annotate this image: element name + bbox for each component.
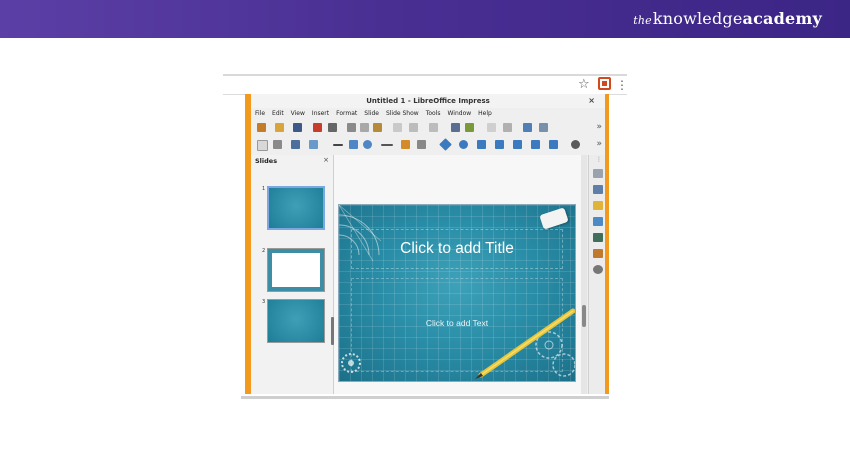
header-banner: theknowledgeacademy: [0, 0, 850, 38]
menu-bar: File Edit View Insert Format Slide Slide…: [251, 108, 605, 119]
drawing-toolbar-overflow-button[interactable]: »: [596, 138, 602, 150]
slides-pane-title: Slides: [255, 157, 278, 165]
menu-format[interactable]: Format: [336, 108, 357, 119]
rotate-icon[interactable]: [571, 140, 580, 149]
browser-bottom-border: [241, 396, 609, 399]
zoom-icon[interactable]: [273, 140, 282, 149]
stars-icon[interactable]: [531, 140, 540, 149]
select-icon[interactable]: [257, 140, 268, 151]
slides-pane-close-button[interactable]: ×: [323, 156, 329, 164]
menu-insert[interactable]: Insert: [312, 108, 329, 119]
new-icon[interactable]: [257, 123, 266, 132]
symbol-shapes-icon[interactable]: [459, 140, 468, 149]
callouts-icon[interactable]: [513, 140, 522, 149]
menu-slide-show[interactable]: Slide Show: [386, 108, 419, 119]
libreoffice-impress-window: Untitled 1 - LibreOffice Impress × File …: [251, 94, 605, 394]
menu-file[interactable]: File: [255, 108, 265, 119]
animation-icon[interactable]: [593, 201, 603, 210]
pencil-gears-decoration: [475, 308, 575, 379]
slide-thumbnail-3[interactable]: [267, 299, 325, 343]
styles-icon[interactable]: [593, 233, 603, 242]
vertical-scrollbar[interactable]: [581, 155, 587, 394]
block-arrows-icon[interactable]: [477, 140, 486, 149]
text-box-icon[interactable]: [291, 140, 300, 149]
cut-icon[interactable]: [347, 123, 356, 132]
redo-icon[interactable]: [429, 123, 438, 132]
print-icon[interactable]: [328, 123, 337, 132]
window-titlebar: Untitled 1 - LibreOffice Impress ×: [251, 94, 605, 108]
slide-number-1: 1: [262, 186, 266, 192]
current-slide[interactable]: Click to add Title Click to add Text: [339, 205, 575, 381]
browser-address-bar[interactable]: ☆ ⋮: [223, 76, 628, 95]
properties-icon[interactable]: [593, 169, 603, 178]
slide-work-area: Click to add Title Click to add Text: [334, 155, 581, 394]
menu-edit[interactable]: Edit: [272, 108, 284, 119]
slide-number-2: 2: [262, 248, 266, 254]
rectangle-icon[interactable]: [349, 140, 358, 149]
spelling-icon[interactable]: [465, 123, 474, 132]
navigator-icon[interactable]: [593, 265, 603, 274]
menu-help[interactable]: Help: [478, 108, 492, 119]
browser-window: ☆ ⋮ Untitled 1 - LibreOffice Impress × F…: [223, 74, 628, 404]
drawing-toolbar: »: [251, 137, 605, 153]
brand-the: the: [633, 14, 652, 27]
standard-toolbar: »: [251, 120, 605, 136]
grid-icon[interactable]: [487, 123, 496, 132]
undo-icon[interactable]: [409, 123, 418, 132]
slide-thumbnail-2[interactable]: [267, 248, 325, 292]
brand-academy: academy: [742, 9, 822, 28]
frame-right-accent: [605, 94, 609, 394]
scrollbar-handle[interactable]: [582, 305, 586, 327]
right-sidebar: ⋮: [588, 155, 605, 394]
3d-objects-icon[interactable]: [549, 140, 558, 149]
slide-number-3: 3: [262, 299, 266, 305]
brand-logo: theknowledgeacademy: [633, 9, 822, 28]
libreoffice-extension-icon[interactable]: [598, 77, 611, 90]
find-replace-icon[interactable]: [451, 123, 460, 132]
menu-view[interactable]: View: [291, 108, 305, 119]
bookmark-star-icon[interactable]: ☆: [578, 77, 590, 93]
export-pdf-icon[interactable]: [313, 123, 322, 132]
master-slide-icon[interactable]: [523, 123, 532, 132]
slide-thumbnail-2-content: [272, 253, 320, 287]
title-placeholder[interactable]: Click to add Title: [351, 229, 563, 269]
fill-color-icon[interactable]: [309, 140, 318, 149]
connector-icon[interactable]: [417, 140, 426, 149]
copy-icon[interactable]: [360, 123, 369, 132]
window-close-button[interactable]: ×: [588, 94, 595, 108]
brand-knowledge: knowledge: [652, 9, 743, 28]
display-views-icon[interactable]: [503, 123, 512, 132]
line-icon[interactable]: [333, 144, 343, 146]
menu-slide[interactable]: Slide: [364, 108, 379, 119]
basic-shapes-icon[interactable]: [439, 138, 452, 151]
open-icon[interactable]: [275, 123, 284, 132]
sidebar-menu-icon[interactable]: ⋮: [596, 156, 602, 163]
slide-transition-icon[interactable]: [593, 185, 603, 194]
menu-tools[interactable]: Tools: [426, 108, 441, 119]
clone-formatting-icon[interactable]: [393, 123, 402, 132]
kebab-menu-icon[interactable]: ⋮: [616, 77, 628, 93]
master-slides-icon[interactable]: [593, 217, 603, 226]
curve-icon[interactable]: [401, 140, 410, 149]
slide-thumbnail-1[interactable]: [267, 186, 325, 230]
paste-icon[interactable]: [373, 123, 382, 132]
corner-gear-decoration: [341, 353, 361, 373]
save-icon[interactable]: [293, 123, 302, 132]
flowchart-icon[interactable]: [495, 140, 504, 149]
gallery-icon[interactable]: [593, 249, 603, 258]
menu-window[interactable]: Window: [447, 108, 471, 119]
ellipse-icon[interactable]: [363, 140, 372, 149]
toolbar-overflow-button[interactable]: »: [596, 121, 602, 133]
start-slideshow-icon[interactable]: [539, 123, 548, 132]
arrow-line-icon[interactable]: [381, 144, 393, 146]
window-title: Untitled 1 - LibreOffice Impress: [366, 97, 490, 105]
